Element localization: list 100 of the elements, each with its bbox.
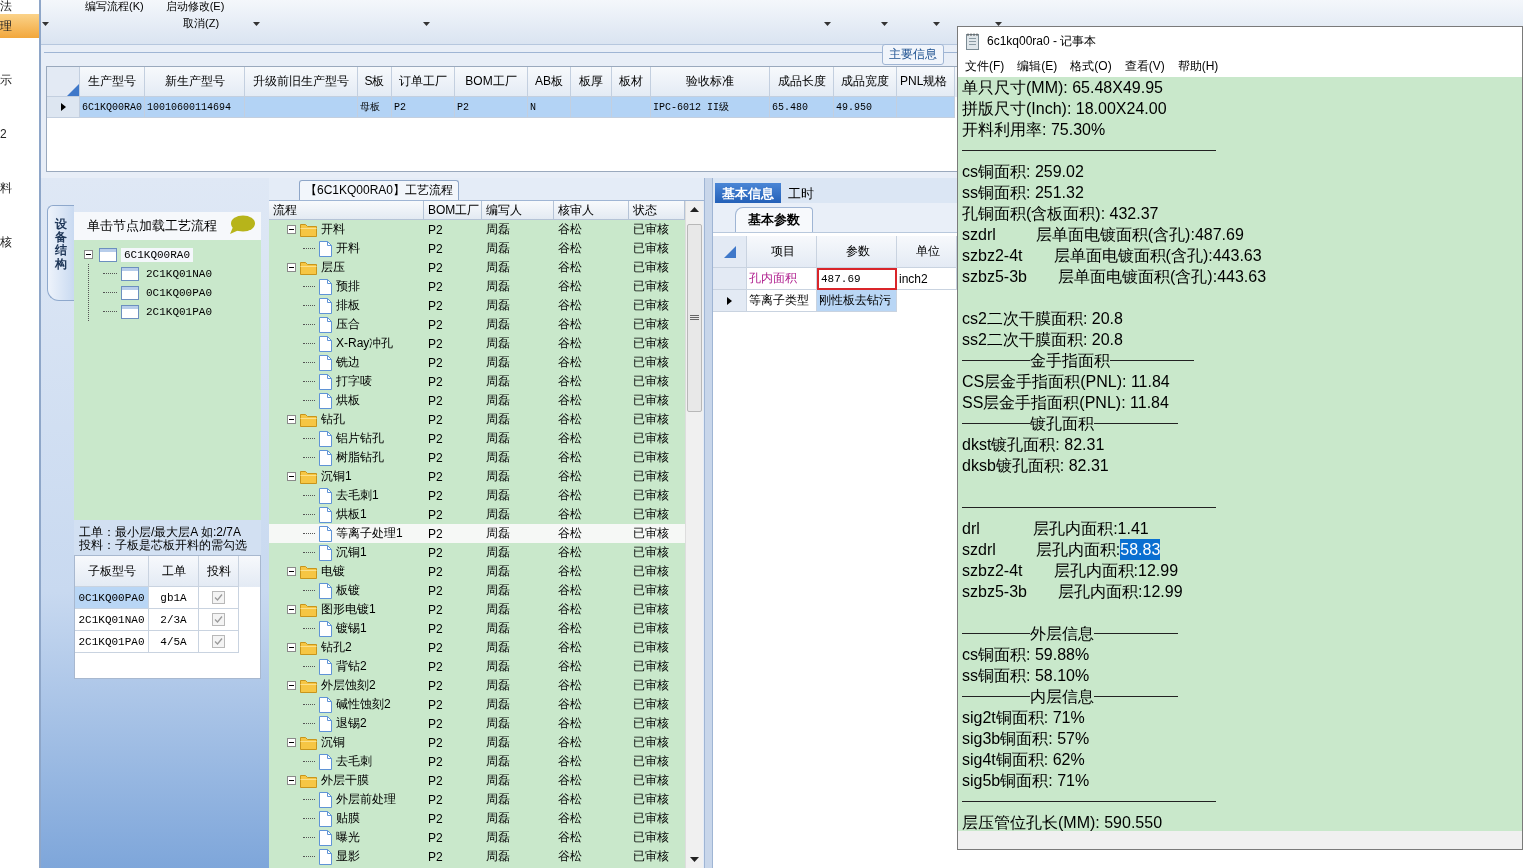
table-row[interactable]: 烘板 P2 周磊 谷松 已审核 [269,391,685,410]
tree-node-label[interactable]: 钻孔2 [321,639,352,656]
tree-node-label[interactable]: 开料 [336,240,360,257]
table-row[interactable]: 贴膜 P2 周磊 谷松 已审核 [269,809,685,828]
tree-node-label[interactable]: 沉铜1 [321,468,352,485]
tree-node[interactable]: 6C1KQ00RA0 [121,247,193,262]
column-header[interactable]: 工单 [149,556,199,587]
tree-node-label[interactable]: 打字唛 [336,373,372,390]
tree-node-label[interactable]: 贴膜 [336,810,360,827]
tree-node[interactable]: 2C1KQ01NA0 [143,266,215,281]
column-header[interactable]: BOM工厂 [424,201,482,220]
command-button[interactable]: 取消(Z) [183,16,220,30]
scroll-thumb[interactable] [687,224,702,412]
table-row[interactable]: 沉铜 P2 周磊 谷松 已审核 [269,733,685,752]
nav-item[interactable]: 2 [0,92,39,146]
tree-node[interactable]: 2C1KQ01PA0 [143,304,215,319]
tab[interactable]: 基本参数 [735,207,813,232]
nav-item[interactable]: 法 [0,0,39,14]
column-header[interactable]: 核审人 [554,201,629,220]
tree-node-label[interactable]: 烘板 [336,392,360,409]
tree-node-label[interactable]: 树脂钻孔 [336,449,384,466]
collapse-icon[interactable] [287,776,296,785]
tree-node-label[interactable]: 镀锡1 [336,620,367,637]
table-row[interactable]: 外层干膜 P2 周磊 谷松 已审核 [269,771,685,790]
tree-node-label[interactable]: 背钻2 [336,658,367,675]
nav-item[interactable]: 示 [0,38,39,92]
table-row[interactable]: 树脂钻孔 P2 周磊 谷松 已审核 [269,448,685,467]
tree-node-label[interactable]: 沉铜 [321,734,345,751]
tree-node-label[interactable]: 图形电镀1 [321,601,376,618]
tree-node-label[interactable]: 去毛刺 [336,753,372,770]
table-row[interactable]: 层压 P2 周磊 谷松 已审核 [269,258,685,277]
table-row[interactable]: 沉铜1 P2 周磊 谷松 已审核 [269,543,685,562]
tree-node-label[interactable]: 去毛刺1 [336,487,379,504]
table-cell[interactable]: 刚性板去钻污 [817,290,897,312]
table-row[interactable]: 开料 P2 周磊 谷松 已审核 [269,239,685,258]
table-row[interactable]: 图形电镀1 P2 周磊 谷松 已审核 [269,600,685,619]
checkbox[interactable] [212,635,225,648]
tree-node-label[interactable]: 预排 [336,278,360,295]
scrollbar[interactable] [685,201,703,868]
table-cell[interactable]: 0C1KQ00PA0 [75,587,149,609]
tree-node-label[interactable]: 烘板1 [336,506,367,523]
collapse-icon[interactable] [287,681,296,690]
collapse-icon[interactable] [287,263,296,272]
tree-node-label[interactable]: 铣边 [336,354,360,371]
checkbox[interactable] [212,591,225,604]
collapse-icon[interactable] [287,605,296,614]
table-row[interactable]: 烘板1 P2 周磊 谷松 已审核 [269,505,685,524]
collapse-icon[interactable] [287,225,296,234]
nav-item[interactable]: 料 [0,146,39,200]
tree-node-label[interactable]: 碱性蚀刻2 [336,696,391,713]
tab[interactable]: 基本信息 [715,183,781,203]
table-row[interactable]: X-Ray冲孔 P2 周磊 谷松 已审核 [269,334,685,353]
menu-item[interactable]: 编辑(E) [1017,58,1058,75]
column-header[interactable]: 投料 [199,556,239,587]
table-row[interactable]: 外层前处理 P2 周磊 谷松 已审核 [269,790,685,809]
tree-node-label[interactable]: 钻孔 [321,411,345,428]
checkbox[interactable] [212,613,225,626]
column-header[interactable]: 参数 [817,236,897,268]
table-row[interactable]: 钻孔2 P2 周磊 谷松 已审核 [269,638,685,657]
tree-node-label[interactable]: 铝片钻孔 [336,430,384,447]
table-row[interactable]: 板镀 P2 周磊 谷松 已审核 [269,581,685,600]
caret-icon[interactable] [824,22,831,26]
caret-icon[interactable] [423,22,430,26]
table-row[interactable]: 压合 P2 周磊 谷松 已审核 [269,315,685,334]
table-row[interactable]: 铣边 P2 周磊 谷松 已审核 [269,353,685,372]
table-cell[interactable]: 2C1KQ01NA0 [75,609,149,631]
caret-icon[interactable] [933,22,940,26]
collapse-icon[interactable] [287,472,296,481]
tree-node-label[interactable]: 外层蚀刻2 [321,677,376,694]
collapse-icon[interactable] [287,567,296,576]
table-row[interactable]: 镀锡1 P2 周磊 谷松 已审核 [269,619,685,638]
table-row[interactable]: 电镀 P2 周磊 谷松 已审核 [269,562,685,581]
tree-node-label[interactable]: X-Ray冲孔 [336,335,394,352]
table-row[interactable]: 曝光 P2 周磊 谷松 已审核 [269,828,685,847]
menu-item[interactable]: 查看(V) [1124,58,1165,75]
table-cell[interactable]: 2C1KQ01PA0 [75,631,149,653]
table-row[interactable]: 沉铜1 P2 周磊 谷松 已审核 [269,467,685,486]
tree-node-label[interactable]: 外层前处理 [336,791,396,808]
menu-item[interactable]: 帮助(H) [1177,58,1219,75]
tab[interactable]: 工时 [781,183,821,203]
tree-node-label[interactable]: 显影 [336,848,360,865]
table-row[interactable]: 背钻2 P2 周磊 谷松 已审核 [269,657,685,676]
table-row[interactable]: 排板 P2 周磊 谷松 已审核 [269,296,685,315]
nav-item[interactable]: 核 [0,200,39,254]
tree-node-label[interactable]: 外层干膜 [321,772,369,789]
tree-node-label[interactable]: 沉铜1 [336,544,367,561]
menu-item[interactable]: 文件(F) [965,58,1005,75]
tree-node-label[interactable]: 层压 [321,259,345,276]
collapse-icon[interactable] [287,415,296,424]
input-field[interactable]: 487.69 [817,268,897,290]
table-row[interactable]: 打字唛 P2 周磊 谷松 已审核 [269,372,685,391]
collapse-icon[interactable] [287,643,296,652]
table-row[interactable]: 等离子处理1 P2 周磊 谷松 已审核 [269,524,685,543]
nav-item[interactable]: 理 [0,14,39,38]
tree-node[interactable]: 0C1KQ00PA0 [143,285,215,300]
table-row[interactable]: 去毛刺1 P2 周磊 谷松 已审核 [269,486,685,505]
caret-icon[interactable] [253,22,260,26]
menu-item[interactable]: 格式(O) [1070,58,1112,75]
table-row[interactable]: 退锡2 P2 周磊 谷松 已审核 [269,714,685,733]
tree-node-label[interactable]: 等离子处理1 [336,525,403,542]
